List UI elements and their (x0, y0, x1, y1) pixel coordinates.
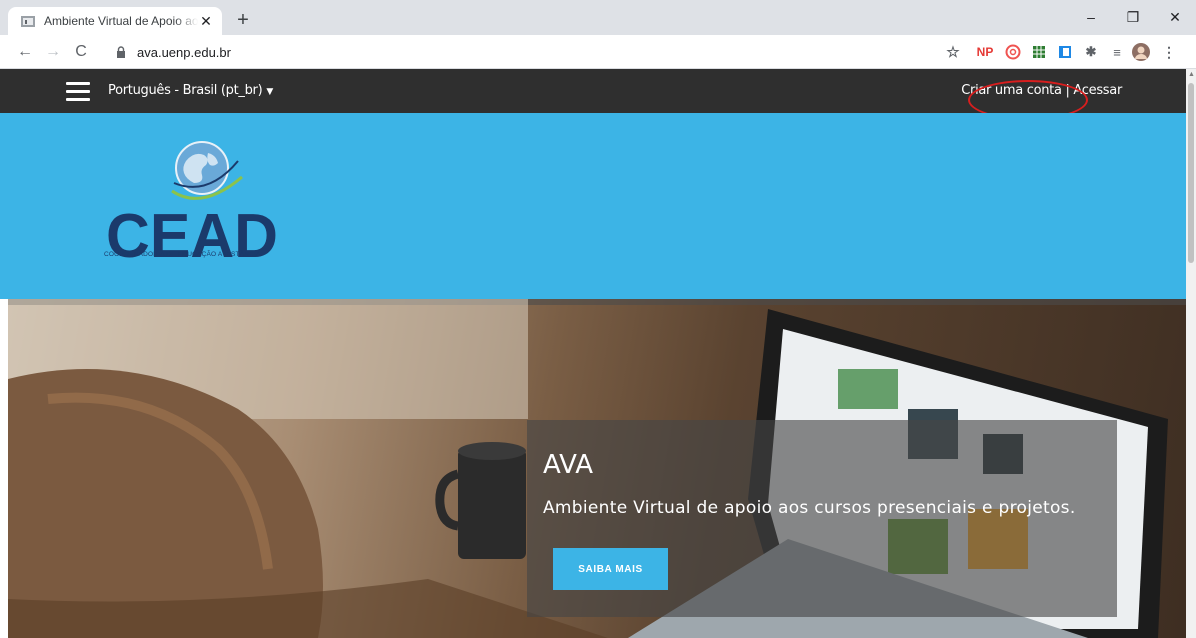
extension-square-icon[interactable] (1056, 43, 1074, 61)
page-viewport: Português - Brasil (pt_br) ▼ Criar uma co… (0, 69, 1186, 638)
new-tab-button[interactable]: + (232, 10, 254, 32)
site-banner: CEAD COORDENADORIA DE EDUCAÇÃO A DISTÂNC… (0, 113, 1186, 299)
lock-icon (117, 46, 125, 58)
page-scrollbar[interactable]: ▲ (1186, 69, 1196, 638)
extension-sheets-icon[interactable] (1030, 43, 1048, 61)
extension-lifebuoy-icon[interactable] (1004, 43, 1022, 61)
reload-icon[interactable]: C (70, 41, 92, 63)
site-favicon-icon (20, 13, 36, 29)
site-top-navbar: Português - Brasil (pt_br) ▼ Criar uma co… (0, 69, 1186, 120)
scroll-up-icon[interactable]: ▲ (1188, 71, 1195, 78)
forward-icon[interactable]: → (42, 41, 64, 63)
extensions-puzzle-icon[interactable]: ✱ (1082, 43, 1100, 61)
learn-more-button[interactable]: SAIBA MAIS (553, 548, 668, 590)
browser-toolbar: ← → C ava.uenp.edu.br ☆ NP ✱ ≡ ⋮ (0, 35, 1196, 69)
hero-carousel: AVA Ambiente Virtual de apoio aos cursos… (8, 299, 1186, 638)
language-label: Português - Brasil (pt_br) (108, 83, 263, 98)
language-selector[interactable]: Português - Brasil (pt_br) ▼ (108, 83, 273, 98)
scrollbar-thumb[interactable] (1188, 83, 1194, 263)
hero-caption-box: AVA Ambiente Virtual de apoio aos cursos… (527, 420, 1117, 617)
url-text: ava.uenp.edu.br (137, 44, 231, 60)
address-bar[interactable]: ava.uenp.edu.br (103, 39, 973, 65)
browser-menu-icon[interactable]: ⋮ (1160, 43, 1178, 61)
browser-tabstrip: Ambiente Virtual de Apoio aos C ✕ + – ❐ … (0, 0, 1196, 35)
caret-down-icon: ▼ (266, 87, 274, 97)
back-icon[interactable]: ← (14, 41, 36, 63)
reading-list-icon[interactable]: ≡ (1108, 43, 1126, 61)
restore-icon[interactable]: ❐ (1112, 0, 1154, 35)
cead-logo[interactable]: CEAD (100, 133, 300, 271)
browser-tab[interactable]: Ambiente Virtual de Apoio aos C ✕ (8, 7, 222, 35)
close-window-icon[interactable]: ✕ (1154, 0, 1196, 35)
hero-subtitle: Ambiente Virtual de apoio aos cursos pre… (543, 498, 1076, 518)
bookmark-star-icon[interactable]: ☆ (944, 43, 962, 61)
tab-title: Ambiente Virtual de Apoio aos C (44, 14, 198, 28)
minimize-icon[interactable]: – (1070, 0, 1112, 35)
tab-close-icon[interactable]: ✕ (198, 13, 214, 29)
extension-np-icon[interactable]: NP (976, 43, 994, 61)
profile-avatar[interactable] (1132, 43, 1150, 61)
hero-title: AVA (543, 450, 594, 480)
logo-tagline: COORDENADORIA DE EDUCAÇÃO A DISTÂNCIA (104, 251, 261, 258)
hamburger-menu-icon[interactable] (66, 82, 90, 101)
